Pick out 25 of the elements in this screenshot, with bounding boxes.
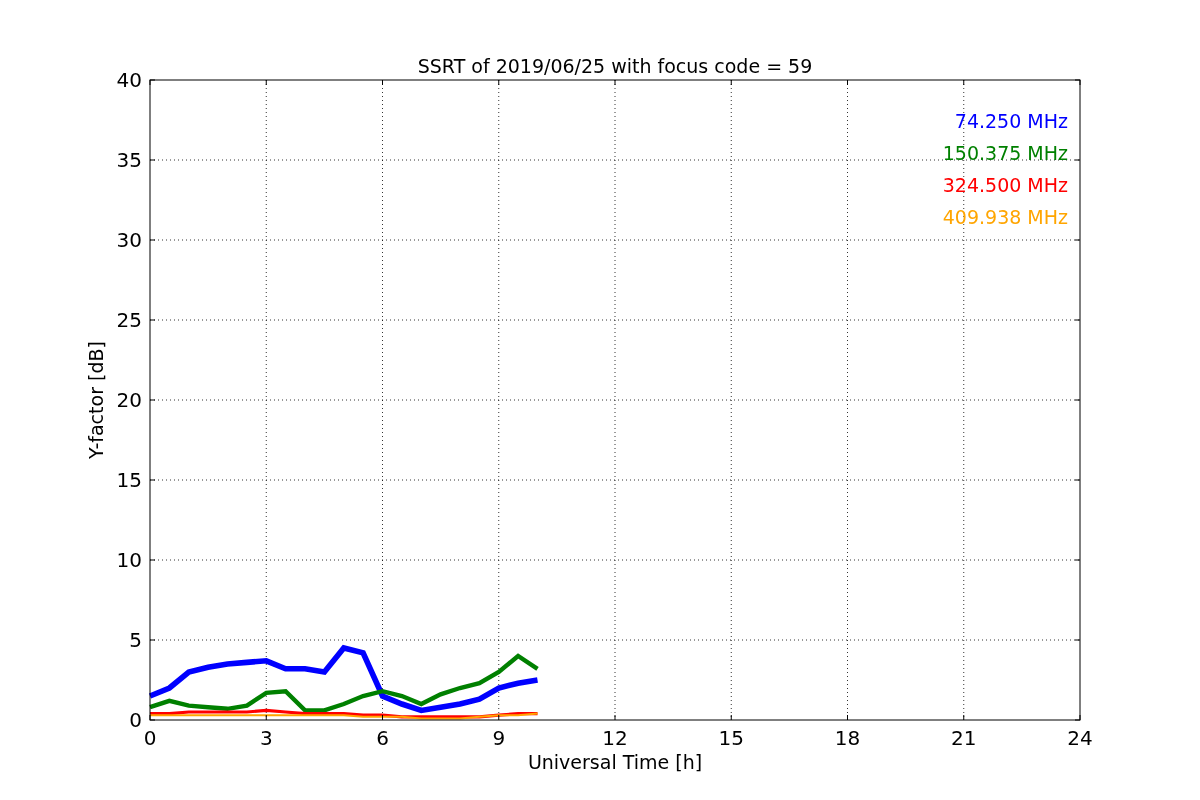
tick-label: 3 — [259, 726, 273, 750]
tick-label: 15 — [116, 468, 142, 492]
tick-label: 20 — [116, 388, 142, 412]
x-axis-label: Universal Time [h] — [527, 751, 703, 773]
legend-label: 324.500 MHz — [942, 174, 1068, 196]
tick-label: 0 — [129, 708, 142, 732]
tick-label: 18 — [834, 726, 861, 750]
tick-label: 40 — [116, 68, 142, 92]
tick-label: 35 — [116, 148, 142, 172]
tick-label: 12 — [602, 726, 628, 750]
tick-label: 5 — [129, 628, 142, 652]
tick-label: 24 — [1067, 726, 1093, 750]
tick-label: 30 — [116, 228, 142, 252]
legend-label: 74.250 MHz — [954, 110, 1068, 132]
y-axis-label: Y-factor [dB] — [85, 341, 107, 459]
tick-label: 15 — [718, 726, 744, 750]
legend-label: 150.375 MHz — [942, 142, 1068, 164]
tick-label: 6 — [376, 726, 389, 750]
chart-title: SSRT of 2019/06/25 with focus code = 59 — [417, 55, 813, 77]
tick-label: 0 — [143, 726, 157, 750]
legend-label: 409.938 MHz — [942, 206, 1068, 228]
tick-label: 10 — [116, 548, 142, 572]
tick-label: 21 — [951, 726, 977, 750]
tick-label: 25 — [116, 308, 142, 332]
tick-label: 9 — [492, 726, 506, 750]
